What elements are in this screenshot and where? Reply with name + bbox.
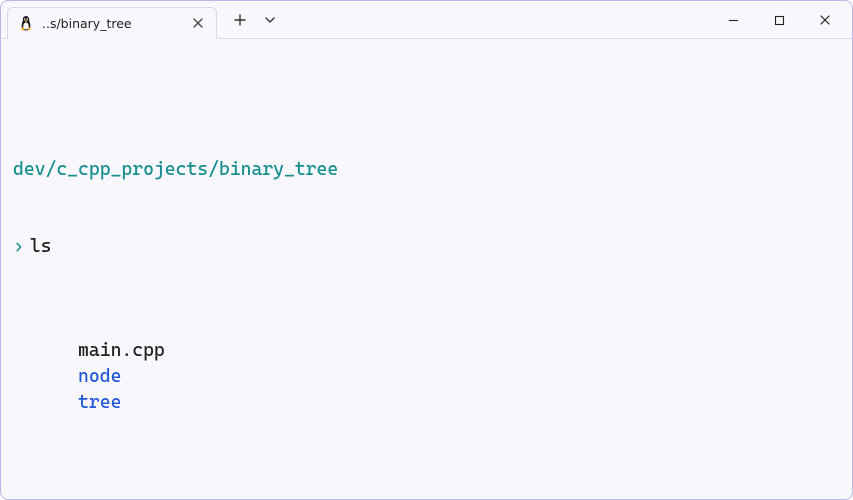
maximize-button[interactable] [756, 5, 802, 35]
tab-close-button[interactable] [190, 15, 206, 31]
ls-output: main.cpp node tree [13, 312, 840, 441]
tab-active[interactable]: ..s/binary_tree [7, 7, 217, 39]
tab-actions [217, 1, 283, 38]
blank-line [13, 493, 840, 499]
prompt-symbol: › [13, 234, 24, 260]
new-tab-button[interactable] [227, 7, 253, 33]
prompt-line: › ls [13, 234, 840, 260]
terminal-viewport[interactable]: dev/c_cpp_projects/binary_tree › ls main… [1, 39, 852, 499]
window-controls [710, 1, 848, 39]
list-item: node [78, 366, 121, 387]
tab-dropdown-button[interactable] [257, 7, 283, 33]
tab-strip: ..s/binary_tree [1, 1, 217, 38]
tux-icon [18, 15, 34, 31]
close-window-button[interactable] [802, 5, 848, 35]
command-text: ls [30, 234, 52, 260]
list-item: tree [78, 392, 121, 413]
title-bar: ..s/binary_tree [1, 1, 852, 39]
app-window: ..s/binary_tree [0, 0, 853, 500]
tab-title: ..s/binary_tree [42, 16, 182, 31]
minimize-button[interactable] [710, 5, 756, 35]
list-item: main.cpp [78, 340, 165, 361]
cwd-path: dev/c_cpp_projects/binary_tree [13, 157, 840, 183]
